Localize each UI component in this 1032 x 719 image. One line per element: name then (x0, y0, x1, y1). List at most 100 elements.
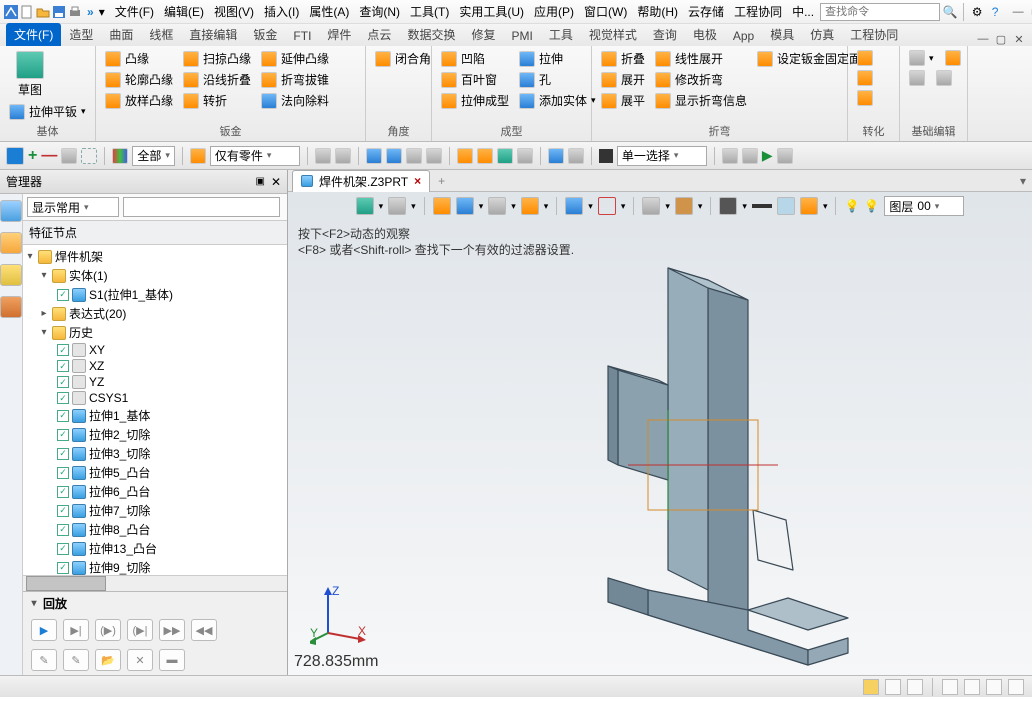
tab-wireframe[interactable]: 线框 (141, 23, 181, 46)
menu-utilities[interactable]: 实用工具(U) (455, 1, 528, 22)
unfold-button[interactable]: 展开 (598, 70, 648, 89)
tab-weld[interactable]: 焊件 (319, 23, 359, 46)
add-solid-button[interactable]: 添加实体▾ (516, 91, 599, 110)
jog-button[interactable]: 转折 (180, 91, 254, 110)
menu-edit[interactable]: 编辑(E) (160, 1, 208, 22)
open-file-icon[interactable] (36, 4, 50, 20)
tree-feature[interactable]: 拉伸6_凸台 (89, 483, 150, 500)
close-tab-icon[interactable]: × (414, 174, 421, 188)
tb-icon-h[interactable] (477, 148, 493, 164)
rewind-delete-button[interactable]: ✕ (127, 649, 153, 671)
new-file-icon[interactable] (20, 4, 34, 20)
vt-icon[interactable] (598, 197, 616, 215)
tab-app2[interactable]: App (725, 26, 762, 46)
tab-pointcloud[interactable]: 点云 (359, 23, 399, 46)
tab-query2[interactable]: 查询 (645, 23, 685, 46)
checkbox-icon[interactable] (57, 289, 69, 301)
tb-icon-nav3[interactable] (777, 148, 793, 164)
status-icon[interactable] (885, 679, 901, 695)
vt-icon[interactable] (356, 197, 374, 215)
menu-more[interactable]: 中... (788, 1, 818, 22)
swept-flange-button[interactable]: 扫掠凸缘 (180, 49, 254, 68)
tabs-menu-icon[interactable]: ▾ (1014, 174, 1032, 188)
bend-taper-button[interactable]: 折弯拔锥 (258, 70, 332, 89)
extrude-flat-button[interactable]: 拉伸平钣▾ (6, 102, 89, 121)
search-icon[interactable]: 🔍 (942, 4, 958, 20)
menu-attrib[interactable]: 属性(A) (305, 1, 353, 22)
tree-feature[interactable]: 拉伸8_凸台 (89, 521, 150, 538)
mgr-tab-views-icon[interactable] (0, 264, 22, 286)
layer-combo[interactable]: 图层00▾ (884, 196, 964, 216)
new-tab-button[interactable]: + (430, 174, 453, 188)
tb-icon-f[interactable] (426, 148, 442, 164)
tab-mold[interactable]: 模具 (762, 23, 802, 46)
louver-button[interactable]: 百叶窗 (438, 70, 512, 89)
status-icon[interactable] (1008, 679, 1024, 695)
status-icon[interactable] (863, 679, 879, 695)
bulb-on-icon[interactable]: 💡 (844, 199, 859, 213)
tree-expr-folder[interactable]: 表达式(20) (69, 305, 126, 322)
transform-icon3[interactable] (854, 89, 876, 107)
bulb-off-icon[interactable]: 💡 (864, 199, 879, 213)
rewind-ff-button[interactable]: ▶▶ (159, 619, 185, 641)
rewind-stepend-button[interactable]: (▶| (127, 619, 153, 641)
ribbon-min-button[interactable]: — (976, 32, 990, 46)
filter-combo-1[interactable]: 全部▾ (132, 146, 175, 166)
tree-feature[interactable]: 拉伸2_切除 (89, 426, 150, 443)
tab-visualstyle[interactable]: 视觉样式 (581, 23, 645, 46)
tab-pmi[interactable]: PMI (503, 26, 540, 46)
tb-icon-g[interactable] (457, 148, 473, 164)
pointer-icon[interactable] (6, 147, 24, 165)
palette-icon[interactable] (112, 148, 128, 164)
add-icon[interactable]: + (28, 147, 37, 165)
tb-icon-b[interactable] (335, 148, 351, 164)
manager-pin-icon[interactable]: ▣ (255, 176, 264, 187)
close-corner-button[interactable]: 闭合角 (372, 49, 434, 68)
loft-flange-button[interactable]: 放样凸缘 (102, 91, 176, 110)
menu-view[interactable]: 视图(V) (210, 1, 258, 22)
base-edit-icon1[interactable]: ▾ (906, 49, 964, 67)
qat-dropdown-icon[interactable]: ▾ (99, 4, 105, 20)
tree-entity-folder[interactable]: 实体(1) (69, 267, 108, 284)
modify-bend-button[interactable]: 修改折弯 (652, 70, 750, 89)
play-icon[interactable]: ▶ (762, 147, 773, 164)
mgr-tab-layers-icon[interactable] (0, 232, 22, 254)
ribbon-max-button[interactable]: ▢ (994, 32, 1008, 46)
tb-icon-a[interactable] (315, 148, 331, 164)
line-weight-icon[interactable] (752, 204, 772, 208)
rewind-clear-button[interactable]: ▬ (159, 649, 185, 671)
color-swatch[interactable] (599, 149, 613, 163)
tree-csys[interactable]: CSYS1 (89, 391, 128, 405)
tree-plane-xz[interactable]: XZ (89, 359, 104, 373)
tb-icon-j[interactable] (517, 148, 533, 164)
vt-icon[interactable] (488, 197, 506, 215)
sketch-button[interactable]: 草图 (6, 49, 54, 100)
vt-icon[interactable] (456, 197, 474, 215)
tree-plane-yz[interactable]: YZ (89, 375, 104, 389)
rewind-open-button[interactable]: 📂 (95, 649, 121, 671)
help-icon[interactable]: ? (987, 4, 1003, 20)
tree-feature[interactable]: 拉伸7_切除 (89, 502, 150, 519)
status-icon[interactable] (942, 679, 958, 695)
rewind-step-button[interactable]: (▶) (95, 619, 121, 641)
document-tab[interactable]: 焊件机架.Z3PRT × (292, 170, 430, 192)
save-icon[interactable] (52, 4, 66, 20)
tree-search-input[interactable] (123, 197, 280, 217)
feature-tree[interactable]: ▾焊件机架 ▾实体(1) S1(拉伸1_基体) ▸表达式(20) ▾历史 XY … (23, 245, 287, 575)
tb-icon-i[interactable] (497, 148, 513, 164)
tab-simulate[interactable]: 仿真 (802, 23, 842, 46)
manager-close-icon[interactable]: ✕ (271, 175, 281, 189)
tab-collab2[interactable]: 工程协同 (842, 23, 906, 46)
menu-app[interactable]: 应用(P) (530, 1, 578, 22)
menu-cloud[interactable]: 云存储 (684, 1, 728, 22)
filter-icon[interactable]: ▼ (284, 200, 287, 214)
tree-history-folder[interactable]: 历史 (69, 324, 93, 341)
transform-icon2[interactable] (854, 69, 876, 87)
vt-icon[interactable] (388, 197, 406, 215)
tool-icon-2[interactable] (81, 148, 97, 164)
tree-feature[interactable]: 拉伸13_凸台 (89, 540, 157, 557)
vt-icon[interactable] (433, 197, 451, 215)
tab-exchange[interactable]: 数据交换 (399, 23, 463, 46)
part-icon[interactable] (190, 148, 206, 164)
tab-repair[interactable]: 修复 (463, 23, 503, 46)
